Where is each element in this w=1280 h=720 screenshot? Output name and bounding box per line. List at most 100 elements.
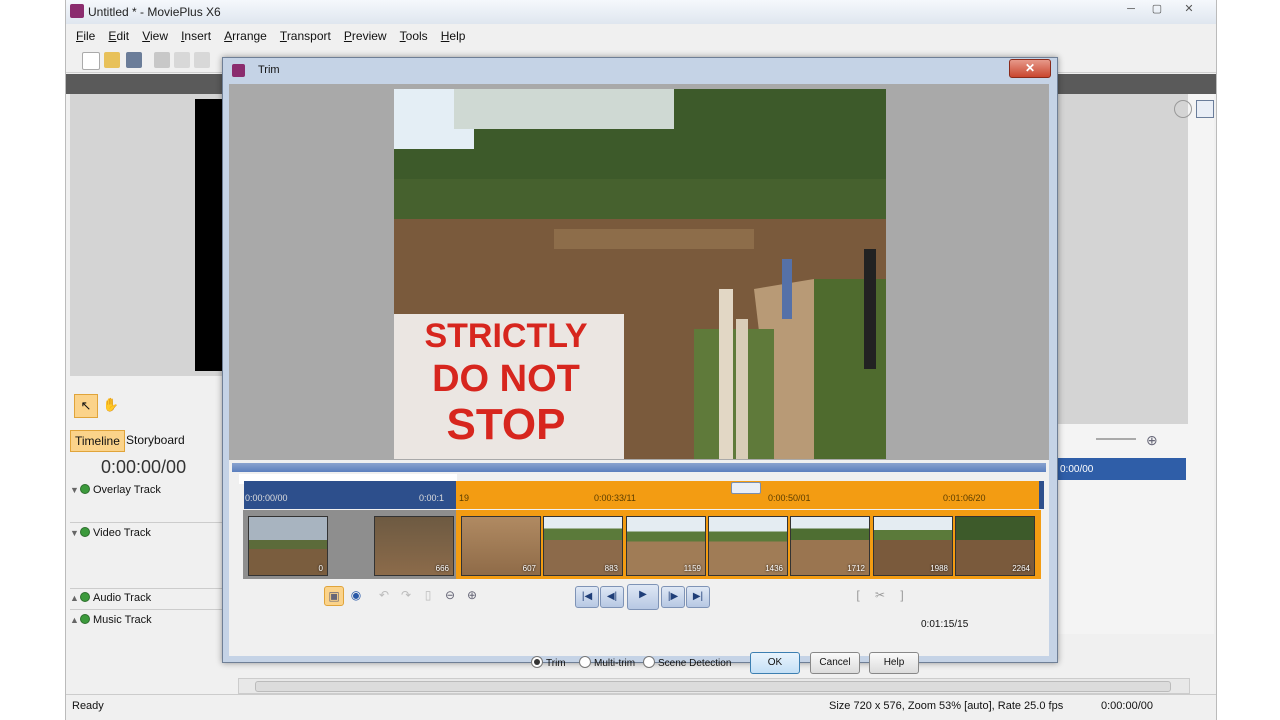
go-to-end-button[interactable]: ▶| xyxy=(686,586,710,608)
filmstrip-thumbnail[interactable]: 1988 xyxy=(873,516,953,576)
menu-insert[interactable]: Insert xyxy=(181,29,211,43)
timeline-tabs: Timeline Storyboard xyxy=(70,428,222,452)
cancel-button[interactable]: Cancel xyxy=(810,652,860,674)
menu-view[interactable]: View xyxy=(142,29,168,43)
video-scene: STRICTLY DO NOT STOP xyxy=(394,89,886,459)
zoom-out-icon[interactable]: ⊖ xyxy=(441,586,459,604)
radio-icon xyxy=(643,656,655,668)
search-icon[interactable] xyxy=(1174,100,1192,118)
zoom-slider[interactable] xyxy=(1096,438,1136,440)
dialog-title: Trim xyxy=(258,64,280,76)
mark-out-icon[interactable]: ] xyxy=(893,586,911,604)
grid-icon[interactable] xyxy=(1196,100,1214,118)
previous-frame-button[interactable]: ◀| xyxy=(600,586,624,608)
ok-button[interactable]: OK xyxy=(750,652,800,674)
multi-trim-radio[interactable]: Multi-trim xyxy=(579,656,635,669)
menu-file[interactable]: File xyxy=(76,29,95,43)
menu-edit[interactable]: Edit xyxy=(108,29,129,43)
delete-icon[interactable]: ▯ xyxy=(419,586,437,604)
filmstrip-thumbnail[interactable]: 1712 xyxy=(790,516,870,576)
mark-in-icon[interactable]: [ xyxy=(849,586,867,604)
preview-screen xyxy=(195,99,225,371)
zoom-in-icon[interactable]: ⊕ xyxy=(463,586,481,604)
menu-bar: File Edit View Insert Arrange Transport … xyxy=(66,26,1216,46)
undo-icon[interactable]: ↶ xyxy=(375,586,393,604)
trim-dialog: Trim ✕ STRICTLY DO NOT STOP 0:00:00/00 0… xyxy=(222,57,1058,674)
ruler-time: 0:00/00 xyxy=(1060,464,1094,475)
status-info: Size 720 x 576, Zoom 53% [auto], Rate 25… xyxy=(829,700,1064,712)
track-enable-icon[interactable] xyxy=(80,592,90,602)
menu-arrange[interactable]: Arrange xyxy=(224,29,267,43)
help-button[interactable]: Help xyxy=(869,652,919,674)
ruler-tick: 19 xyxy=(459,493,470,503)
hand-icon[interactable]: ✋ xyxy=(100,394,122,416)
menu-transport[interactable]: Transport xyxy=(280,29,331,43)
scrollbar-thumb[interactable] xyxy=(255,681,1171,692)
ruler-tick: 0:00:00/00 xyxy=(245,493,288,503)
filmstrip-thumbnail[interactable]: 883 xyxy=(543,516,623,576)
copy-icon[interactable] xyxy=(174,52,190,68)
video-preview-area: STRICTLY DO NOT STOP xyxy=(229,84,1049,460)
sign-line-1: STRICTLY xyxy=(424,317,587,355)
track-music[interactable]: ▲ Music Track xyxy=(70,614,222,626)
close-button[interactable]: ✕ xyxy=(1176,1,1202,17)
title-bar: Untitled * - MoviePlus X6 ─ ▢ ✕ xyxy=(66,0,1216,24)
position-slider[interactable] xyxy=(232,463,1046,472)
filmstrip-thumbnail[interactable]: 1159 xyxy=(626,516,706,576)
filmstrip-thumbnail[interactable]: 1436 xyxy=(708,516,788,576)
track-overlay[interactable]: ▼ Overlay Track xyxy=(70,484,222,496)
new-icon[interactable] xyxy=(82,52,100,70)
radio-icon xyxy=(579,656,591,668)
track-audio[interactable]: ▲ Audio Track xyxy=(70,592,222,604)
filmstrip-thumbnail[interactable]: 2264 xyxy=(955,516,1035,576)
tab-storyboard[interactable]: Storyboard xyxy=(122,430,189,450)
filmstrip-thumbnail[interactable]: 607 xyxy=(461,516,541,576)
trim-radio[interactable]: Trim xyxy=(531,656,566,669)
track-video[interactable]: ▼ Video Track xyxy=(70,527,222,539)
filmstrip-thumbnail[interactable]: 0 xyxy=(248,516,328,576)
open-icon[interactable] xyxy=(104,52,120,68)
ruler-tick: 0:00:50/01 xyxy=(768,493,811,503)
maximize-button[interactable]: ▢ xyxy=(1144,1,1170,17)
video-mode-icon[interactable]: ▣ xyxy=(324,586,344,606)
dialog-close-button[interactable]: ✕ xyxy=(1009,59,1051,78)
cut-icon[interactable] xyxy=(154,52,170,68)
audio-mode-icon[interactable]: ◉ xyxy=(347,586,365,604)
go-to-start-button[interactable]: |◀ xyxy=(575,586,599,608)
tools-row: ↖ ✋ xyxy=(70,392,222,418)
tab-timeline[interactable]: Timeline xyxy=(70,430,125,452)
scene-detection-radio[interactable]: Scene Detection xyxy=(643,656,731,669)
collapse-icon[interactable]: ▼ xyxy=(70,485,79,495)
trim-duration: 0:01:15/15 xyxy=(921,619,969,630)
next-frame-button[interactable]: |▶ xyxy=(661,586,685,608)
track-enable-icon[interactable] xyxy=(80,527,90,537)
track-label: Audio Track xyxy=(93,592,152,604)
collapse-icon[interactable]: ▲ xyxy=(70,615,79,625)
save-icon[interactable] xyxy=(126,52,142,68)
dialog-body: STRICTLY DO NOT STOP 0:00:00/00 0:00:1 1… xyxy=(229,84,1049,674)
collapse-icon[interactable]: ▲ xyxy=(70,593,79,603)
horizontal-scrollbar[interactable] xyxy=(238,678,1190,694)
collapse-icon[interactable]: ▼ xyxy=(70,528,79,538)
play-button[interactable]: ▶ xyxy=(627,584,659,610)
status-bar: Ready Size 720 x 576, Zoom 53% [auto], R… xyxy=(66,694,1216,719)
zoom-in-icon[interactable]: ⊕ xyxy=(1146,432,1158,449)
track-divider xyxy=(70,588,222,589)
menu-help[interactable]: Help xyxy=(441,29,466,43)
window-title: Untitled * - MoviePlus X6 xyxy=(88,5,221,19)
paste-icon[interactable] xyxy=(194,52,210,68)
filmstrip-thumbnail[interactable]: 666 xyxy=(374,516,454,576)
track-enable-icon[interactable] xyxy=(80,614,90,624)
playhead-handle[interactable] xyxy=(731,482,761,494)
track-enable-icon[interactable] xyxy=(80,484,90,494)
menu-tools[interactable]: Tools xyxy=(400,29,428,43)
menu-preview[interactable]: Preview xyxy=(344,29,387,43)
split-icon[interactable]: ✂ xyxy=(871,586,889,604)
minimize-button[interactable]: ─ xyxy=(1118,1,1144,17)
redo-icon[interactable]: ↷ xyxy=(397,586,415,604)
sign-line-3: STOP xyxy=(446,400,565,449)
track-label: Music Track xyxy=(93,614,152,626)
pointer-icon[interactable]: ↖ xyxy=(74,394,98,418)
ruler-tick: 0:00:1 xyxy=(419,493,445,503)
track-divider xyxy=(70,609,222,610)
